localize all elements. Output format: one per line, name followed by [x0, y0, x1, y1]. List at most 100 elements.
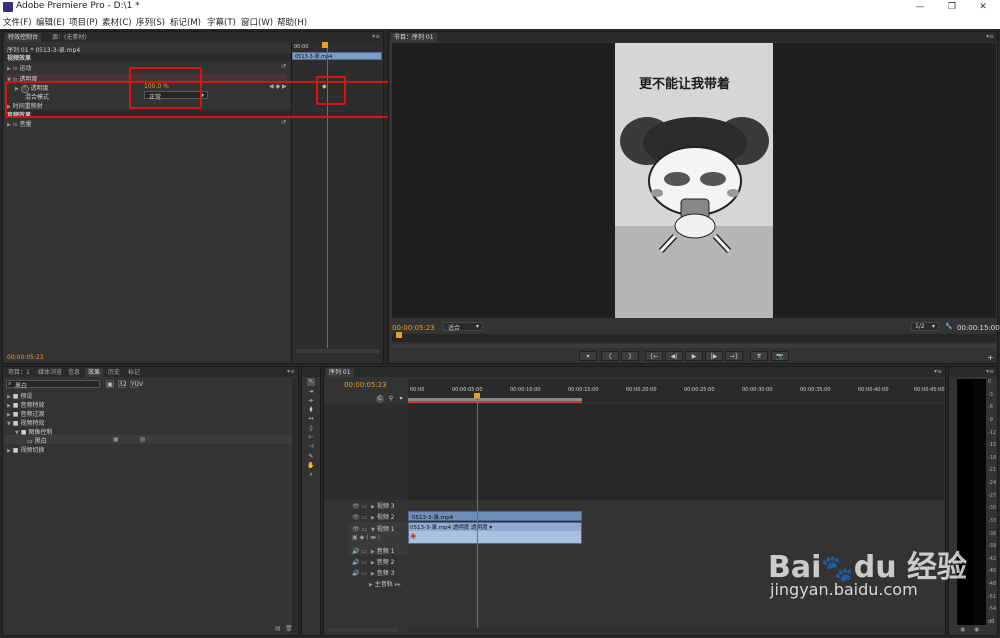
tree-item-video-effects[interactable]: ▼ ■ 视频特效 [7, 418, 44, 427]
step-back-button[interactable]: ◀| [665, 351, 683, 361]
meters-panel-menu-icon[interactable]: ▾≡ [986, 368, 994, 375]
menu-window[interactable]: 窗口(W) [241, 16, 273, 28]
pen-tool-icon[interactable]: ✎ [307, 453, 315, 461]
tab-source[interactable]: 源：(无素材) [49, 33, 90, 42]
panel-menu-icon[interactable]: ▾≡ [372, 33, 380, 40]
track-header-v3[interactable]: 👁 ▭ ▶ 视频 3 [352, 501, 395, 510]
track-header-v1[interactable]: 👁 ▭ ▼ 视频 1 [352, 524, 395, 533]
menu-project[interactable]: 项目(P) [69, 16, 98, 28]
track-select-tool-icon[interactable]: ⇥ [307, 388, 315, 396]
program-panel-menu-icon[interactable]: ▾≡ [986, 33, 994, 40]
tab-info[interactable]: 信息 [65, 368, 83, 377]
play-button[interactable]: ▶ [685, 351, 703, 361]
menu-marker[interactable]: 标记(M) [170, 16, 201, 28]
program-viewer[interactable]: 更不能让我带着 [392, 43, 996, 318]
yuv-effects-icon[interactable]: YUV [130, 380, 143, 388]
add-marker-icon[interactable]: ▾ [397, 395, 405, 403]
menu-clip[interactable]: 素材(C) [102, 16, 132, 28]
track-header-v2[interactable]: 👁 ▭ ▶ 视频 2 [352, 512, 395, 521]
step-forward-button[interactable]: |▶ [705, 351, 723, 361]
tab-sequence-01[interactable]: 序列 01 [326, 368, 354, 377]
snap-icon[interactable]: C [376, 395, 384, 403]
ripple-edit-tool-icon[interactable]: ⟛ [307, 397, 315, 405]
fit-dropdown[interactable]: 适合 ▾ [443, 322, 483, 332]
effects-scrollbar[interactable] [292, 378, 297, 633]
tab-effects[interactable]: 效果 [85, 368, 104, 377]
timeline-panel-menu-icon[interactable]: ▾≡ [934, 368, 942, 375]
add-button-icon[interactable]: + [987, 353, 994, 362]
effect-controls-timecode[interactable]: 00:00:05:23 [7, 354, 44, 361]
maximize-button[interactable]: ❐ [937, 0, 967, 15]
solo-left-icon[interactable]: ◉ [960, 626, 965, 633]
go-to-out-button[interactable]: →} [725, 351, 743, 361]
track-header-a3[interactable]: 🔊 ▭ ▶ 音频 3 [352, 568, 394, 577]
minimize-button[interactable]: — [905, 0, 935, 15]
program-zoom-scrollbar[interactable] [392, 344, 996, 348]
menu-file[interactable]: 文件(F) [3, 16, 32, 28]
program-playhead-icon[interactable] [396, 332, 402, 338]
tree-item-video-transitions[interactable]: ▶ ■ 视频切换 [7, 445, 44, 454]
tree-item-black-white[interactable]: ▭ 黑白 [27, 436, 47, 445]
reset-icon[interactable]: ↺ [281, 63, 286, 70]
delete-icon[interactable]: 🗑 [285, 625, 293, 632]
program-current-timecode[interactable]: 00:00:05:23 [392, 324, 435, 332]
tab-effect-controls[interactable]: 特效控制台 [5, 33, 42, 42]
video-caption: 更不能让我带着 [639, 77, 731, 92]
resolution-dropdown[interactable]: 1/2 ▾ [911, 322, 939, 331]
set-marker-icon[interactable]: ⚲ [387, 395, 395, 403]
razor-tool-icon[interactable]: ◊ [307, 425, 315, 433]
tab-project[interactable]: 项目：1 [5, 368, 33, 377]
mark-out-button[interactable]: } [621, 351, 639, 361]
timeline-scrollbar[interactable] [408, 628, 944, 632]
tree-item-presets[interactable]: ▶ ■ 预设 [7, 391, 32, 400]
tree-item-audio-effects[interactable]: ▶ ■ 音频特效 [7, 400, 44, 409]
timeline-ruler[interactable]: 00:00 00:00:05:00 00:00:10:00 00:00:15:0… [408, 379, 945, 403]
timeline-tabbar: 序列 01 ▾≡ [324, 367, 945, 377]
meter-scale-label: -15 [988, 442, 997, 449]
add-marker-button[interactable]: ▾ [579, 351, 597, 361]
lift-button[interactable]: ⇈ [750, 351, 768, 361]
volume-row[interactable]: ▶ fx 音量 [7, 119, 31, 128]
tab-history[interactable]: 历史 [105, 368, 123, 377]
mark-in-button[interactable]: { [601, 351, 619, 361]
v1-keyframe-controls[interactable]: ▣ ◆ ⟨ ▬ ⟩ [352, 534, 380, 541]
effect-controls-tabbar: 特效控制台 源：(无素材) ▾≡ [3, 32, 383, 42]
track-header-a1[interactable]: 🔊 ▭ ▶ 音频 1 [352, 546, 394, 555]
slide-tool-icon[interactable]: ⊣ [307, 443, 315, 451]
motion-row[interactable]: ▶ fx 运动 [7, 63, 31, 72]
effects-panel-menu-icon[interactable]: ▾≡ [287, 368, 295, 375]
tab-program[interactable]: 节目：序列 01 [391, 33, 437, 42]
rolling-edit-tool-icon[interactable]: ⧫ [307, 406, 315, 414]
selection-tool-icon[interactable]: ↖ [307, 378, 315, 386]
new-bin-icon[interactable]: ▤ [275, 625, 281, 632]
export-frame-button[interactable]: 📷 [771, 351, 789, 361]
track-header-a2[interactable]: 🔊 ▭ ▶ 音频 2 [352, 557, 394, 566]
hand-tool-icon[interactable]: ✋ [307, 462, 315, 470]
mini-scrollbar[interactable] [296, 349, 380, 353]
close-button[interactable]: ✕ [968, 0, 998, 15]
32bit-effects-icon[interactable]: 32 [118, 380, 127, 388]
rate-stretch-tool-icon[interactable]: ↔ [307, 415, 315, 423]
accelerated-effects-icon[interactable]: ▣ [106, 380, 114, 388]
menu-help[interactable]: 帮助(H) [277, 16, 307, 28]
effects-search-input[interactable]: ⌕ 黑白 [6, 380, 100, 390]
tree-item-audio-transitions[interactable]: ▶ ■ 音频过渡 [7, 409, 44, 418]
zoom-tool-icon[interactable]: ⌕ [307, 471, 315, 479]
reset-icon-volume[interactable]: ↺ [281, 119, 286, 126]
tab-media-browser[interactable]: 媒体浏览 [35, 368, 65, 377]
timeline-zoom-slider[interactable] [328, 628, 398, 632]
menu-edit[interactable]: 编辑(E) [36, 16, 65, 28]
timeline-timecode[interactable]: 00:00:05:23 [344, 381, 387, 389]
clip-v2[interactable]: 0513-3-录.mp4 [408, 511, 582, 521]
tab-markers[interactable]: 标记 [125, 368, 143, 377]
program-time-ruler[interactable] [392, 332, 996, 342]
track-header-master[interactable]: ▶ 主音轨 ▸▸ [369, 579, 401, 588]
clip-v1[interactable]: 0513-3-录.mp4 透明度:透明度 ▾ ◉ [408, 522, 582, 544]
slip-tool-icon[interactable]: ⊢ [307, 434, 315, 442]
solo-right-icon[interactable]: ◉ [974, 626, 979, 633]
go-to-in-button[interactable]: {← [645, 351, 663, 361]
menu-sequence[interactable]: 序列(S) [136, 16, 165, 28]
wrench-icon[interactable]: 🔧 [945, 323, 952, 330]
menu-title[interactable]: 字幕(T) [207, 16, 236, 28]
timeline-playhead[interactable] [477, 399, 478, 631]
